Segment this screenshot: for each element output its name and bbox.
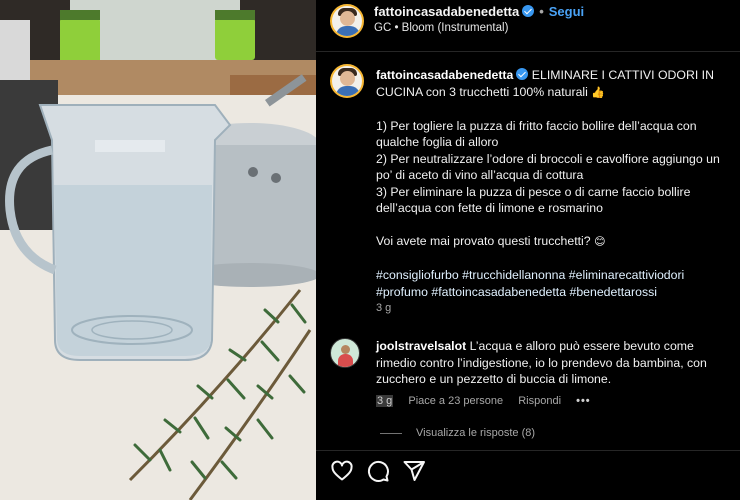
verified-badge-icon — [516, 68, 529, 80]
caption-avatar[interactable] — [330, 64, 364, 98]
caption-tip-2: 2) Per neutralizzare l’odore di broccoli… — [376, 151, 720, 183]
heart-icon[interactable] — [330, 459, 354, 483]
caption-hashtags[interactable]: #consigliofurbo #trucchidellanonna #elim… — [376, 267, 732, 300]
view-replies-button[interactable]: Visualizza le risposte (8) — [380, 427, 535, 439]
separator-dot: • — [539, 4, 544, 19]
comment-icon[interactable] — [366, 459, 390, 483]
comment-meta: 3 g Piace a 23 persone Rispondi ••• — [376, 395, 603, 407]
replies-divider — [380, 432, 402, 434]
reply-button[interactable]: Rispondi — [518, 395, 561, 407]
audio-label[interactable]: GC • Bloom (Instrumental) — [374, 22, 508, 34]
caption-question: Voi avete mai provato questi trucchetti? — [376, 234, 591, 248]
caption-tip-1: 1) Per togliere la puzza di fritto facci… — [376, 118, 697, 150]
post-media[interactable] — [0, 0, 316, 500]
comment: joolstravelsalot L’acqua e alloro può es… — [376, 338, 732, 388]
caption-username[interactable]: fattoincasadabenedetta — [376, 68, 513, 82]
header-username[interactable]: fattoincasadabenedetta — [374, 4, 519, 19]
comment-likes[interactable]: Piace a 23 persone — [408, 395, 503, 407]
post-details-panel: fattoincasadabenedetta • Segui GC • Bloom … — [316, 0, 740, 500]
commenter-avatar[interactable] — [330, 338, 360, 368]
header-username-row: fattoincasadabenedetta • Segui — [374, 4, 584, 19]
verified-badge-icon — [522, 5, 535, 17]
post-header: fattoincasadabenedetta • Segui GC • Bloom … — [316, 0, 740, 52]
follow-button[interactable]: Segui — [549, 4, 584, 19]
thumbs-up-emoji: 👍 — [591, 85, 606, 99]
kitchen-photo — [0, 0, 316, 500]
view-replies-label: Visualizza le risposte (8) — [416, 427, 536, 439]
post-caption: fattoincasadabenedetta ELIMINARE I CATTI… — [376, 67, 732, 300]
action-bar — [316, 450, 740, 490]
more-options-icon[interactable]: ••• — [576, 395, 591, 407]
caption-tip-3: 3) Per eliminare la puzza di pesce o di … — [376, 184, 691, 216]
comment-time: 3 g — [376, 395, 394, 407]
smile-emoji: 😊 — [594, 235, 606, 248]
comment-username[interactable]: joolstravelsalot — [376, 339, 466, 353]
share-icon[interactable] — [402, 459, 426, 483]
author-avatar[interactable] — [330, 4, 364, 38]
caption-time: 3 g — [376, 302, 392, 314]
